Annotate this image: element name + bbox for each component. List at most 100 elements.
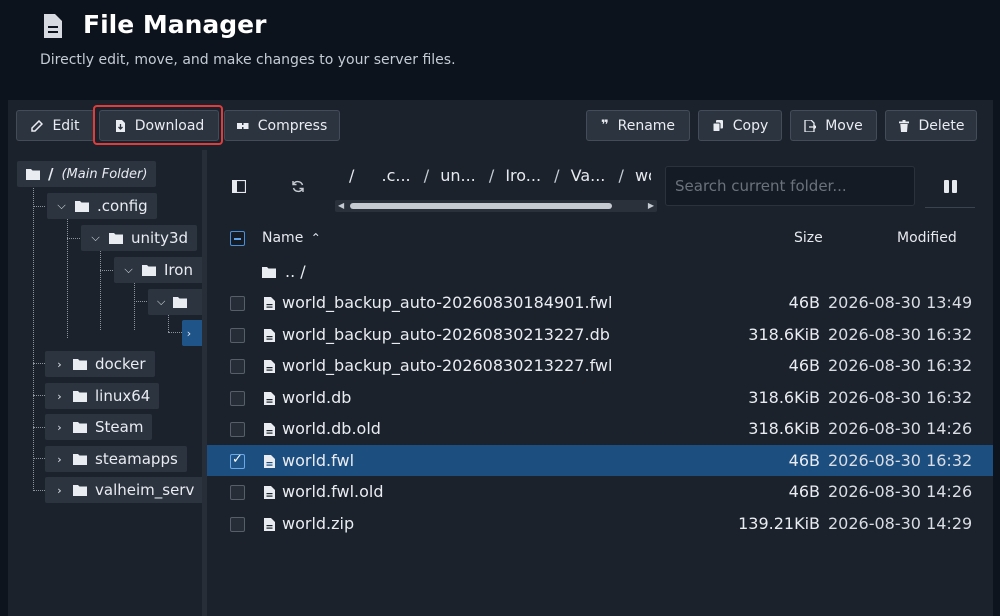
page-header: File Manager Directly edit, move, and ma…	[0, 0, 1000, 100]
table-row[interactable]: world_backup_auto-20260830213227.db 318.…	[207, 319, 993, 351]
file-modified: 2026-08-30 16:32	[828, 356, 973, 375]
table-row[interactable]: world_backup_auto-20260830213227.fwl 46B…	[207, 350, 993, 382]
quote-icon: ❞	[600, 117, 609, 133]
edit-button[interactable]: Edit	[16, 110, 95, 141]
file-icon	[264, 517, 275, 531]
move-label: Move	[825, 117, 863, 134]
tree-item-iron[interactable]: ⌵ Iron	[114, 257, 202, 283]
table-row[interactable]: world.fwl.old 46B 2026-08-30 14:26	[207, 476, 993, 508]
file-name: world.fwl.old	[282, 482, 384, 501]
tree-guide-line	[168, 314, 169, 332]
tree-item-label: steamapps	[95, 450, 178, 468]
edit-icon	[31, 119, 44, 132]
file-icon	[264, 391, 275, 405]
file-size: 46B	[788, 356, 820, 375]
tree-item-steam[interactable]: › Steam	[45, 414, 153, 440]
sidebar-toggle-icon[interactable]	[232, 180, 246, 193]
tree-item-linux64[interactable]: › linux64	[45, 383, 160, 409]
table-row[interactable]: world.db 318.6KiB 2026-08-30 16:32	[207, 382, 993, 414]
breadcrumb-item[interactable]: Va...	[571, 166, 606, 185]
parent-folder-row[interactable]: .. /	[207, 256, 993, 288]
compress-button[interactable]: Compress	[224, 110, 340, 141]
copy-button[interactable]: Copy	[698, 110, 782, 141]
tree-item-label: Steam	[95, 418, 144, 436]
row-checkbox[interactable]	[230, 390, 245, 406]
breadcrumb-scrollbar[interactable]: ◀ ▶	[335, 200, 657, 212]
chevron-right-icon: ›	[186, 326, 192, 340]
file-icon	[264, 454, 275, 468]
tree-item-config[interactable]: ⌵ .config	[47, 193, 157, 219]
file-icon	[264, 486, 275, 499]
row-checkbox[interactable]	[230, 422, 245, 437]
row-checkbox[interactable]	[230, 296, 245, 311]
move-file-icon	[804, 119, 817, 132]
file-size: 318.6KiB	[748, 324, 820, 344]
folder-icon	[173, 297, 188, 308]
page-title: File Manager	[83, 10, 267, 39]
tree-guide-line	[33, 427, 45, 428]
folder-icon	[75, 201, 89, 212]
row-checkbox[interactable]	[230, 485, 245, 500]
folder-icon	[73, 359, 87, 370]
file-name: world_backup_auto-20260830213227.fwl	[282, 356, 613, 375]
breadcrumb-item[interactable]: Iro...	[505, 166, 541, 185]
table-row[interactable]: world_backup_auto-20260830184901.fwl 46B…	[207, 287, 993, 319]
file-modified: 2026-08-30 16:32	[828, 387, 973, 407]
select-all-checkbox[interactable]	[230, 231, 245, 246]
breadcrumb-item[interactable]: worlds_l	[635, 166, 651, 185]
tree-guide-line	[67, 238, 80, 239]
table-row[interactable]: world.db.old 318.6KiB 2026-08-30 14:26	[207, 413, 993, 445]
folder-icon	[73, 454, 87, 465]
view-toggle-button[interactable]	[925, 166, 975, 208]
scroll-right-icon[interactable]: ▶	[648, 200, 654, 212]
parent-folder-label: .. /	[285, 262, 306, 281]
folder-icon	[73, 485, 87, 496]
tree-item-docker[interactable]: › docker	[45, 351, 155, 377]
breadcrumb-root[interactable]: /	[349, 166, 354, 185]
chevron-right-icon: ›	[57, 357, 62, 371]
chevron-right-icon: ›	[57, 452, 62, 466]
move-button[interactable]: Move	[790, 110, 877, 141]
file-size: 46B	[788, 293, 820, 312]
tree-item-worlds[interactable]: ›	[182, 320, 202, 346]
tree-item-steamapps[interactable]: › steamapps	[45, 446, 187, 472]
refresh-icon[interactable]	[291, 180, 305, 193]
breadcrumb-item[interactable]: .c...	[381, 166, 410, 185]
file-icon	[44, 14, 62, 38]
file-modified: 2026-08-30 13:49	[828, 293, 973, 312]
tree-item-label: linux64	[95, 387, 151, 405]
folder-icon	[142, 265, 156, 276]
breadcrumb: / .c... / un... / Iro... / Va... / world…	[335, 166, 651, 194]
row-checkbox[interactable]	[230, 359, 245, 374]
file-icon	[264, 297, 275, 310]
tree-item-label: unity3d	[131, 229, 189, 247]
table-row-selected[interactable]: world.fwl 46B 2026-08-30 16:32	[207, 444, 993, 476]
row-checkbox-checked[interactable]	[230, 452, 245, 469]
compress-icon	[236, 122, 249, 129]
row-checkbox[interactable]	[230, 327, 245, 343]
sort-asc-icon: ⌃	[310, 231, 321, 245]
modified-column-header[interactable]: Modified	[897, 230, 957, 246]
file-size: 139.21KiB	[738, 513, 820, 533]
file-modified: 2026-08-30 16:32	[828, 450, 973, 470]
path-bar: / .c... / un... / Iro... / Va... / world…	[207, 150, 993, 220]
breadcrumb-item[interactable]: un...	[440, 166, 476, 185]
tree-item-valheim-serv[interactable]: › valheim_serv	[45, 477, 202, 503]
tree-item-unity3d[interactable]: ⌵ unity3d	[81, 225, 198, 251]
page-subtitle: Directly edit, move, and make changes to…	[40, 52, 456, 68]
delete-label: Delete	[918, 117, 965, 134]
file-size: 46B	[788, 482, 820, 501]
scroll-left-icon[interactable]: ◀	[338, 200, 344, 212]
delete-button[interactable]: Delete	[885, 110, 977, 141]
row-checkbox[interactable]	[230, 516, 245, 532]
name-column-header[interactable]: Name ⌃	[262, 230, 321, 246]
tree-root[interactable]: / (Main Folder)	[17, 161, 157, 187]
tree-item-valheim[interactable]: ⌵	[148, 289, 202, 315]
trash-icon	[898, 119, 909, 132]
tree-guide-line	[33, 363, 45, 364]
scrollbar-thumb[interactable]	[350, 203, 612, 209]
rename-button[interactable]: ❞ Rename	[586, 110, 690, 141]
table-row[interactable]: world.zip 139.21KiB 2026-08-30 14:29	[207, 508, 993, 540]
size-column-header[interactable]: Size	[794, 230, 823, 246]
search-input[interactable]	[665, 166, 915, 206]
